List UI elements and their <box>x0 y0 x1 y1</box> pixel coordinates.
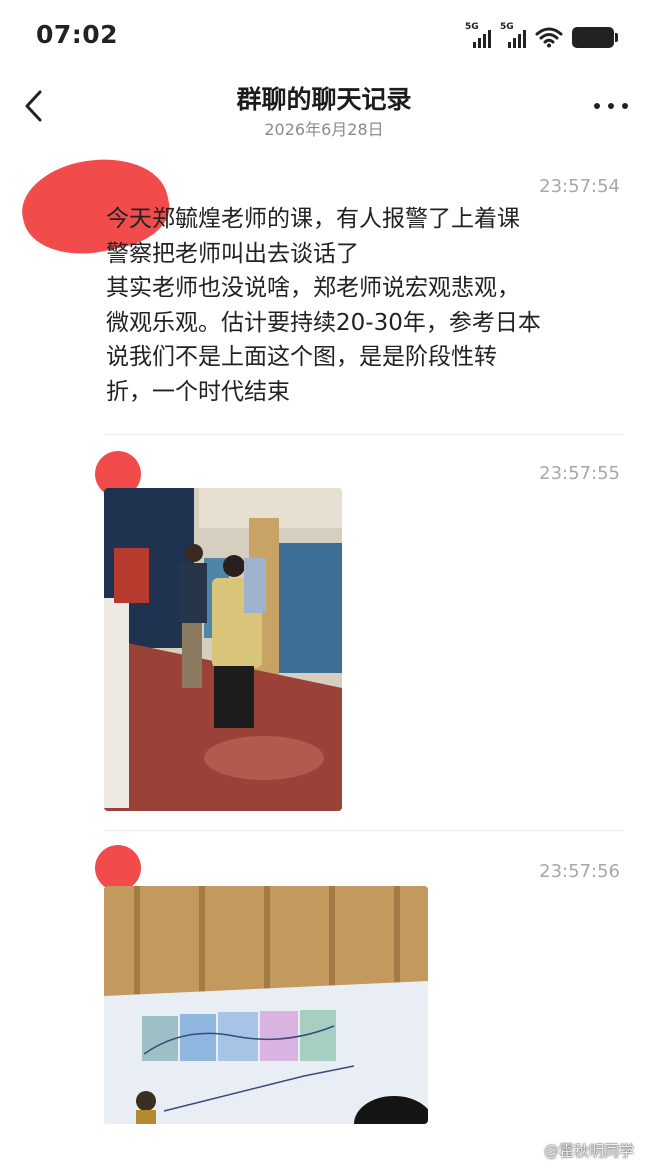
page-title: 群聊的聊天记录 <box>236 85 412 114</box>
more-options-icon[interactable] <box>594 100 628 112</box>
status-icons: 5G 5G <box>465 22 618 48</box>
message-timestamp: 23:57:56 <box>539 861 620 882</box>
battery-icon <box>572 27 618 48</box>
message-photo-lobby[interactable] <box>104 488 342 811</box>
message-text[interactable]: 今天郑毓煌老师的课，有人报警了上着课 警察把老师叫出去谈话了 其实老师也没说啥，… <box>106 202 626 409</box>
message-timestamp: 23:57:55 <box>539 463 620 484</box>
cellular-signal-icon: 5G <box>500 22 526 48</box>
record-date: 2026年6月28日 <box>264 120 384 139</box>
message-line: 其实老师也没说啥，郑老师说宏观悲观， <box>106 275 520 301</box>
message-divider <box>104 434 624 435</box>
wifi-icon <box>535 26 563 48</box>
redacted-avatar <box>95 845 141 891</box>
message-line: 今天郑毓煌老师的课，有人报警了上着课 <box>106 206 520 232</box>
message-divider <box>104 830 624 831</box>
message-line: 说我们不是上面这个图，是是阶段性转 <box>106 344 497 370</box>
chat-record-header: 群聊的聊天记录 2026年6月28日 <box>0 70 648 150</box>
message-photo-slide[interactable] <box>104 886 428 1124</box>
message-timestamp: 23:57:54 <box>539 176 620 197</box>
cellular-signal-icon: 5G <box>465 22 491 48</box>
message-line: 警察把老师叫出去谈话了 <box>106 240 359 267</box>
message-line: 微观乐观。估计要持续20-30年，参考日本 <box>106 309 541 336</box>
message-line: 折，一个时代结束 <box>106 378 290 405</box>
watermark-text: @霍秋明同学 <box>543 1142 634 1160</box>
status-time: 07:02 <box>36 20 119 49</box>
status-bar: 07:02 5G 5G <box>0 0 648 70</box>
